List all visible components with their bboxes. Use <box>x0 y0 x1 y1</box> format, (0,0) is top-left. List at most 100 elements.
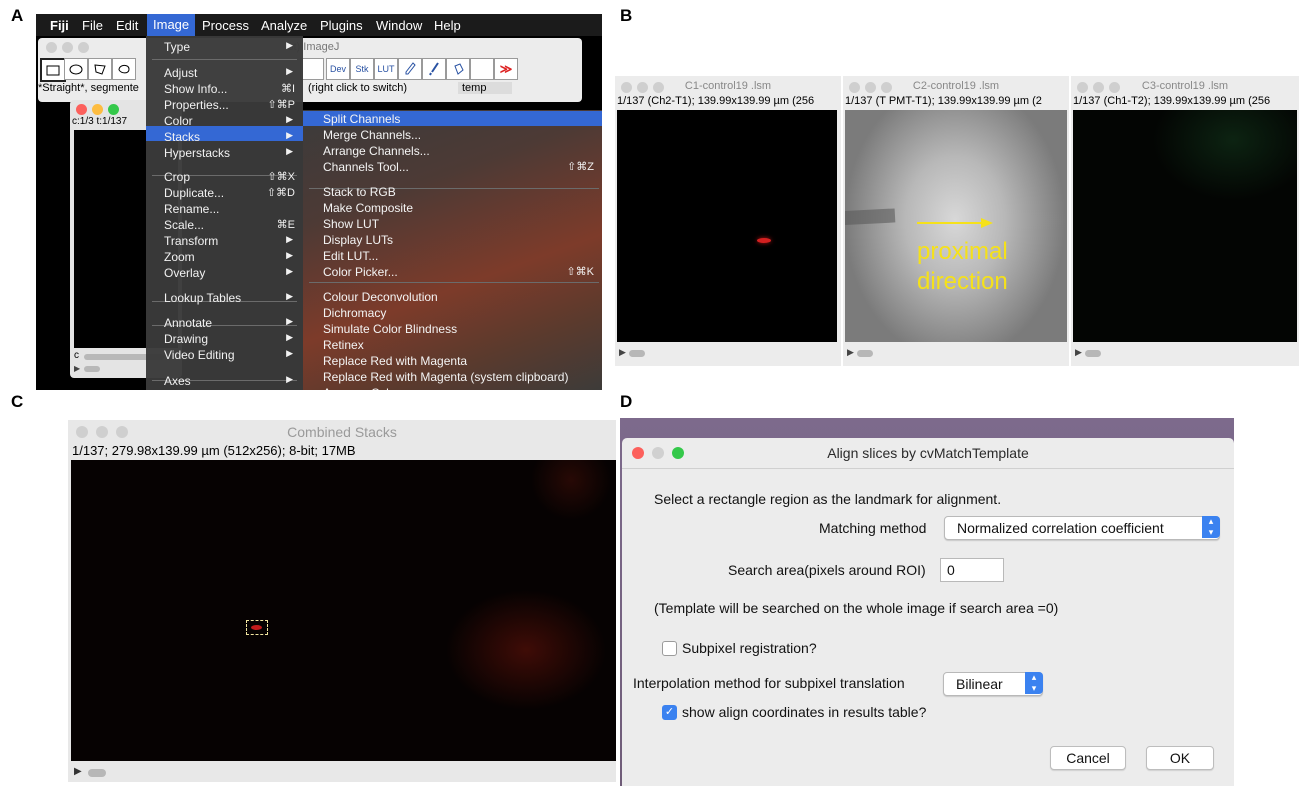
play-icon[interactable]: ▶ <box>74 364 80 373</box>
interpolation-select[interactable]: Bilinear ▴ ▾ <box>943 672 1043 696</box>
flood-fill-icon[interactable] <box>446 58 470 80</box>
play-icon[interactable]: ▶ <box>74 766 82 777</box>
menu-plugins[interactable]: Plugins <box>320 18 363 33</box>
menu-fiji[interactable]: Fiji <box>50 18 69 33</box>
zoom-button[interactable] <box>108 104 119 115</box>
search-area-input[interactable]: 0 <box>940 558 1004 582</box>
color-submenu-item[interactable]: Make Composite <box>303 201 602 216</box>
color-submenu-item[interactable]: Colour Deconvolution <box>303 290 602 305</box>
minimize-button[interactable] <box>92 104 103 115</box>
menu-item-label: Overlay <box>164 266 206 280</box>
freehand-tool-icon[interactable] <box>112 58 136 80</box>
image-canvas[interactable] <box>71 460 616 761</box>
image-menu-item[interactable]: Duplicate... ⇧⌘D <box>146 186 303 201</box>
desktop-background: Align slices by cvMatchTemplate Select a… <box>620 418 1234 786</box>
polygon-tool-icon[interactable] <box>88 58 112 80</box>
cancel-button[interactable]: Cancel <box>1050 746 1126 770</box>
image-menu-item[interactable]: Transform ▶ <box>146 234 303 249</box>
image-menu-item[interactable]: Drawing ▶ <box>146 332 303 347</box>
toolbar-status-left: *Straight*, segmente <box>38 82 139 94</box>
menu-image[interactable]: Image <box>147 14 196 36</box>
window-info: 1/137 (Ch2-T1); 139.99x139.99 µm (256 <box>617 95 815 107</box>
search-area-label: Search area(pixels around ROI) <box>728 562 926 578</box>
time-scrollbar[interactable] <box>88 769 106 777</box>
red-signal-spot <box>757 238 771 243</box>
time-scrollbar[interactable] <box>629 350 645 357</box>
image-menu-item[interactable]: Scale... ⌘E <box>146 218 303 233</box>
image-menu-item[interactable]: Crop ⇧⌘X <box>146 170 303 185</box>
play-icon[interactable]: ▶ <box>847 347 854 358</box>
zoom-button[interactable] <box>78 42 89 53</box>
image-menu-item[interactable]: Video Editing ▶ <box>146 348 303 363</box>
color-submenu-item[interactable]: Arrange Channels... <box>303 144 602 159</box>
matching-method-select[interactable]: Normalized correlation coefficient ▴ ▾ <box>944 516 1220 540</box>
color-submenu-item[interactable]: Retinex <box>303 338 602 353</box>
time-scrollbar[interactable] <box>857 350 873 357</box>
roi-rectangle[interactable] <box>246 620 268 635</box>
image-menu-item[interactable]: Lookup Tables ▶ <box>146 291 303 306</box>
menu-file[interactable]: File <box>82 18 103 33</box>
image-menu-item[interactable]: Overlay ▶ <box>146 266 303 281</box>
stk-tool[interactable]: Stk <box>350 58 374 80</box>
color-submenu-item[interactable]: Merge Channels... <box>303 128 602 143</box>
toolbar-status-field[interactable]: temp <box>458 82 512 94</box>
submenu-arrow-icon: ▶ <box>286 266 293 276</box>
close-button[interactable] <box>76 104 87 115</box>
color-submenu-item[interactable]: Replace Red with Magenta (system clipboa… <box>303 370 602 385</box>
image-menu-item[interactable]: Stacks ▶ <box>146 130 303 145</box>
lut-tool[interactable]: LUT <box>374 58 398 80</box>
image-canvas[interactable]: proximal direction <box>845 110 1067 342</box>
more-tools-icon[interactable]: ≫ <box>494 58 518 80</box>
blank-tool[interactable] <box>300 58 324 80</box>
submenu-arrow-icon: ▶ <box>286 250 293 260</box>
play-icon[interactable]: ▶ <box>619 347 626 358</box>
color-submenu-item[interactable]: Dichromacy <box>303 306 602 321</box>
rectangle-tool-icon[interactable] <box>40 58 66 82</box>
interpolation-value: Bilinear <box>956 676 1003 692</box>
image-menu-item[interactable]: Hyperstacks ▶ <box>146 146 303 161</box>
color-submenu-item[interactable]: Show LUT <box>303 217 602 232</box>
submenu-arrow-icon: ▶ <box>286 332 293 342</box>
color-submenu-item[interactable]: Channels Tool... ⇧⌘Z <box>303 160 602 175</box>
image-menu-item[interactable]: Type ▶ <box>146 40 303 55</box>
play-icon[interactable]: ▶ <box>1075 347 1082 358</box>
dev-tool[interactable]: Dev <box>326 58 350 80</box>
menu-help[interactable]: Help <box>434 18 461 33</box>
color-submenu-item[interactable]: Simulate Color Blindness <box>303 322 602 337</box>
color-submenu-item[interactable]: Color Picker... ⇧⌘K <box>303 265 602 280</box>
brush-icon[interactable] <box>422 58 446 80</box>
color-submenu-item[interactable]: Edit LUT... <box>303 249 602 264</box>
menu-analyze[interactable]: Analyze <box>261 18 307 33</box>
menu-process[interactable]: Process <box>202 18 249 33</box>
image-canvas[interactable] <box>1073 110 1297 342</box>
image-menu-item[interactable]: Show Info... ⌘I <box>146 82 303 97</box>
color-submenu-item[interactable]: Replace Red with Magenta <box>303 354 602 369</box>
color-submenu-item[interactable]: Stack to RGB <box>303 185 602 200</box>
color-submenu-item[interactable]: Split Channels <box>303 112 602 127</box>
image-menu-item[interactable]: Annotate ▶ <box>146 316 303 331</box>
minimize-button[interactable] <box>62 42 73 53</box>
image-menu-item[interactable]: Rename... <box>146 202 303 217</box>
menu-separator <box>309 282 599 283</box>
menu-item-label: Properties... <box>164 98 229 112</box>
color-submenu-item[interactable]: Average Color <box>303 386 602 390</box>
show-coordinates-checkbox[interactable]: ✓ <box>662 705 677 720</box>
subpixel-checkbox[interactable] <box>662 641 677 656</box>
image-menu-item[interactable]: Color ▶ <box>146 114 303 129</box>
image-canvas[interactable] <box>617 110 837 342</box>
close-button[interactable] <box>46 42 57 53</box>
pencil-icon[interactable] <box>398 58 422 80</box>
menu-edit[interactable]: Edit <box>116 18 138 33</box>
oval-tool-icon[interactable] <box>64 58 88 80</box>
image-menu-item[interactable]: Properties... ⇧⌘P <box>146 98 303 113</box>
time-scrollbar[interactable] <box>84 366 100 372</box>
menu-item-label: Dichromacy <box>323 306 387 320</box>
menu-window[interactable]: Window <box>376 18 422 33</box>
image-menu-item[interactable]: Zoom ▶ <box>146 250 303 265</box>
blank-tool-2[interactable] <box>470 58 494 80</box>
image-menu-item[interactable]: Adjust ▶ <box>146 66 303 81</box>
ok-button[interactable]: OK <box>1146 746 1214 770</box>
time-scrollbar[interactable] <box>1085 350 1101 357</box>
image-menu-item[interactable]: Axes ▶ <box>146 374 303 389</box>
color-submenu-item[interactable]: Display LUTs <box>303 233 602 248</box>
